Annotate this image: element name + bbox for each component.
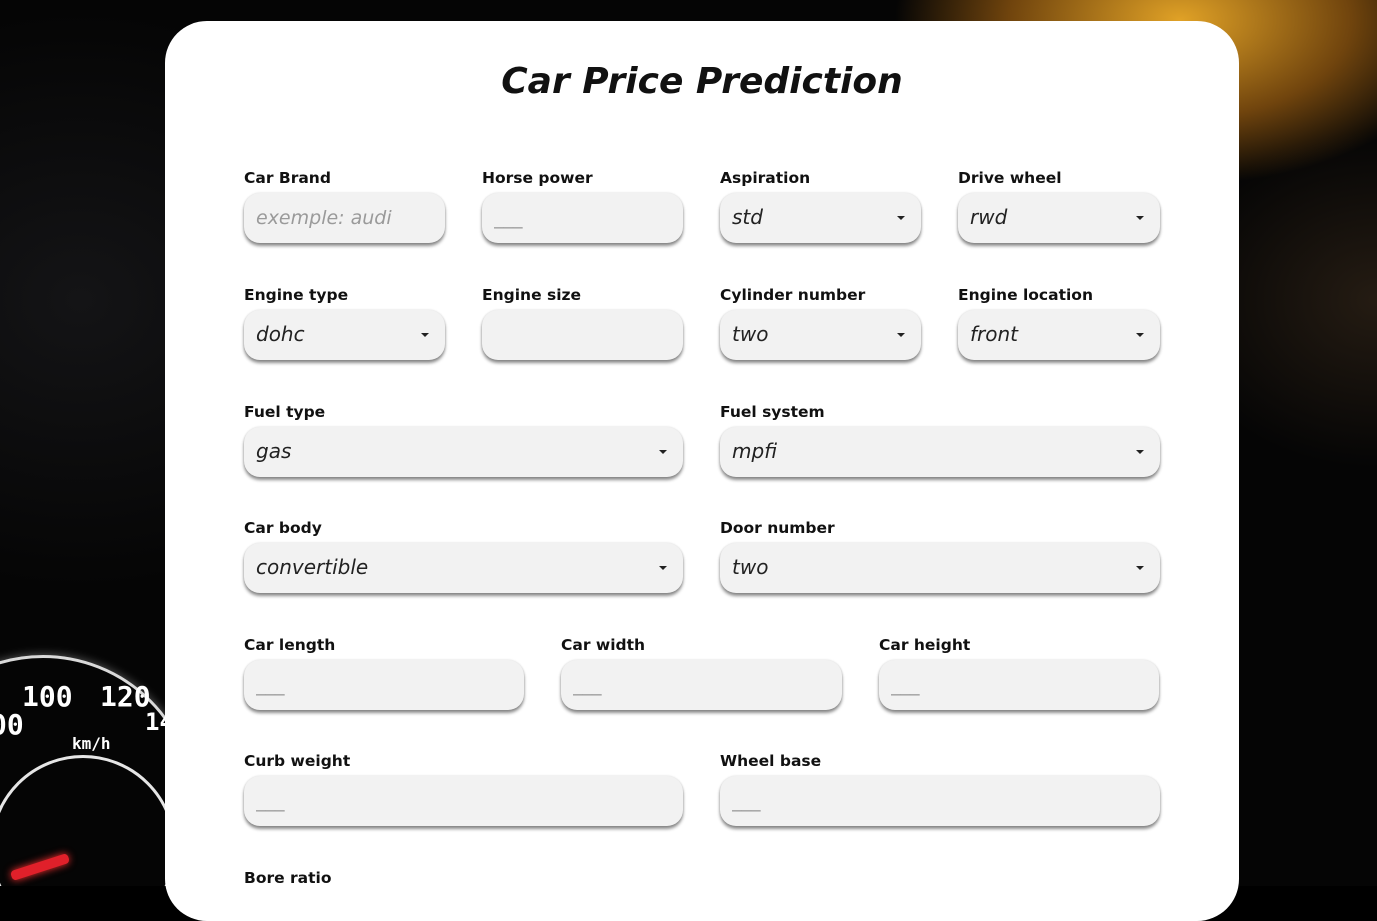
car-width-input-wrapper [561, 660, 842, 710]
cylinder-number-selected-value: two [732, 322, 769, 346]
fuel-system-field: Fuel system mpfi [720, 403, 1160, 477]
car-height-label: Car height [879, 636, 971, 654]
fuel-system-label: Fuel system [720, 403, 825, 421]
gauge-unit: km/h [72, 734, 111, 753]
wheel-base-input[interactable] [720, 776, 1160, 826]
engine-type-select[interactable]: dohc [244, 310, 445, 360]
caret-down-icon [659, 450, 667, 454]
gauge-label: 120 [100, 680, 151, 713]
aspiration-selected-value: std [732, 205, 763, 229]
car-width-field: Car width [561, 636, 842, 710]
engine-location-select[interactable]: front [958, 310, 1160, 360]
engine-size-label: Engine size [482, 286, 582, 304]
cylinder-number-label: Cylinder number [720, 286, 866, 304]
gauge-label: 100 [22, 680, 73, 713]
engine-type-label: Engine type [244, 286, 349, 304]
drive-wheel-field: Drive wheel rwd [958, 169, 1160, 243]
car-body-selected-value: convertible [256, 555, 369, 579]
caret-down-icon [1136, 333, 1144, 337]
caret-down-icon [421, 333, 429, 337]
wheel-base-label: Wheel base [720, 752, 822, 770]
car-height-input[interactable] [879, 660, 1159, 710]
engine-location-label: Engine location [958, 286, 1093, 304]
horse-power-label: Horse power [482, 169, 593, 187]
aspiration-label: Aspiration [720, 169, 811, 187]
caret-down-icon [1136, 450, 1144, 454]
curb-weight-label: Curb weight [244, 752, 351, 770]
caret-down-icon [1136, 216, 1144, 220]
wheel-base-input-wrapper [720, 776, 1160, 826]
fuel-type-selected-value: gas [256, 439, 292, 463]
engine-type-field: Engine type dohc [244, 286, 445, 360]
fuel-type-select[interactable]: gas [244, 427, 683, 477]
door-number-selected-value: two [732, 555, 769, 579]
car-length-input[interactable] [244, 660, 524, 710]
horse-power-input[interactable] [482, 193, 683, 243]
caret-down-icon [659, 566, 667, 570]
drive-wheel-selected-value: rwd [970, 205, 1008, 229]
caret-down-icon [897, 333, 905, 337]
engine-type-selected-value: dohc [256, 322, 305, 346]
fuel-system-select[interactable]: mpfi [720, 427, 1160, 477]
car-length-input-wrapper [244, 660, 524, 710]
door-number-label: Door number [720, 519, 835, 537]
engine-size-input[interactable] [482, 310, 683, 360]
wheel-base-field: Wheel base [720, 752, 1160, 826]
horse-power-field: Horse power [482, 169, 683, 243]
fuel-system-selected-value: mpfi [732, 439, 778, 463]
car-length-field: Car length [244, 636, 524, 710]
aspiration-select[interactable]: std [720, 193, 921, 243]
engine-location-selected-value: front [970, 322, 1019, 346]
engine-size-input-wrapper [482, 310, 683, 360]
car-brand-field: Car Brand [244, 169, 445, 243]
drive-wheel-select[interactable]: rwd [958, 193, 1160, 243]
bore-ratio-field: Bore ratio [244, 869, 683, 893]
page-title: Car Price Prediction [501, 61, 903, 102]
prediction-form-card: Car Price Prediction Car Brand Horse pow… [165, 21, 1239, 921]
horse-power-input-wrapper [482, 193, 683, 243]
car-height-field: Car height [879, 636, 1159, 710]
door-number-select[interactable]: two [720, 543, 1160, 593]
curb-weight-input[interactable] [244, 776, 683, 826]
caret-down-icon [1136, 566, 1144, 570]
aspiration-field: Aspiration std [720, 169, 921, 243]
bore-ratio-label: Bore ratio [244, 869, 332, 887]
car-body-label: Car body [244, 519, 322, 537]
engine-location-field: Engine location front [958, 286, 1160, 360]
door-number-field: Door number two [720, 519, 1160, 593]
car-brand-input[interactable] [244, 193, 445, 243]
engine-size-field: Engine size [482, 286, 683, 360]
car-width-input[interactable] [561, 660, 842, 710]
cylinder-number-field: Cylinder number two [720, 286, 921, 360]
cylinder-number-select[interactable]: two [720, 310, 921, 360]
curb-weight-input-wrapper [244, 776, 683, 826]
curb-weight-field: Curb weight [244, 752, 683, 826]
fuel-type-field: Fuel type gas [244, 403, 683, 477]
fuel-type-label: Fuel type [244, 403, 326, 421]
caret-down-icon [897, 216, 905, 220]
car-length-label: Car length [244, 636, 336, 654]
car-brand-label: Car Brand [244, 169, 331, 187]
car-brand-input-wrapper [244, 193, 445, 243]
car-height-input-wrapper [879, 660, 1159, 710]
drive-wheel-label: Drive wheel [958, 169, 1062, 187]
car-body-field: Car body convertible [244, 519, 683, 593]
car-body-select[interactable]: convertible [244, 543, 683, 593]
car-width-label: Car width [561, 636, 646, 654]
gauge-label: 00 [0, 708, 24, 741]
